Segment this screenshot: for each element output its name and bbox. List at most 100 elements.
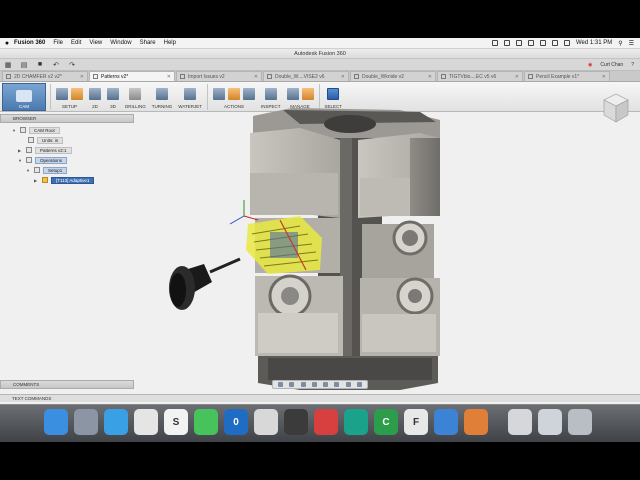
tombstone-fixture-model[interactable] <box>250 108 440 390</box>
collapse-arrow-icon[interactable]: ▼ <box>18 158 23 163</box>
toolbar-group-label[interactable]: WATERJET <box>178 104 202 109</box>
menu-view[interactable]: View <box>89 40 102 46</box>
bluetooth-icon[interactable] <box>527 40 534 46</box>
turning-tool-icon[interactable] <box>156 88 169 100</box>
tree-node-setup1[interactable]: ▼ Setup1 <box>26 166 68 174</box>
look-at-icon[interactable] <box>289 382 295 387</box>
dropbox-icon[interactable] <box>491 40 498 46</box>
toolbar-group-2d[interactable]: 2D <box>89 82 101 112</box>
display-settings-icon[interactable] <box>334 382 340 387</box>
toolbar-group-label[interactable]: 2D <box>92 104 98 109</box>
toolbar-group-label[interactable]: SETUP <box>62 104 77 109</box>
collapse-arrow-icon[interactable]: ▼ <box>26 168 31 173</box>
toolbar-group-label[interactable]: DRILLING <box>125 104 146 109</box>
battery-icon[interactable] <box>563 40 570 46</box>
select-tool-icon[interactable] <box>327 88 340 100</box>
menu-help[interactable]: Help <box>164 40 176 46</box>
menubar-clock[interactable]: Wed 1:31 PM <box>576 40 612 46</box>
viewcube[interactable] <box>598 90 632 126</box>
browser-header[interactable]: BROWSER <box>0 114 134 123</box>
scrivener-icon[interactable]: S <box>164 409 188 435</box>
toolbar-group-waterjet[interactable]: WATERJET <box>178 82 202 112</box>
close-icon[interactable]: ✕ <box>254 74 258 80</box>
close-icon[interactable]: ✕ <box>80 74 84 80</box>
tree-node-adaptive1[interactable]: ▶ [T113] Adaptive1 <box>34 176 95 184</box>
document-tab[interactable]: Patterns v2* ✕ <box>89 71 175 81</box>
mail-icon[interactable] <box>538 409 562 435</box>
actions-tool-icon[interactable] <box>228 88 241 100</box>
adaptive-toolpath-highlight[interactable] <box>246 216 322 274</box>
toolbar-group-label[interactable]: MANAGE <box>290 104 310 109</box>
toolbar-group-select[interactable]: SELECT <box>325 82 343 112</box>
toolbar-group-label[interactable]: INSPECT <box>261 104 281 109</box>
menu-app[interactable]: Fusion 360 <box>14 40 45 46</box>
toolbar-group-label[interactable]: TURNING <box>152 104 173 109</box>
document-tab[interactable]: 2D CHAMFER v2 v2* ✕ <box>2 71 88 81</box>
help-icon[interactable]: ? <box>631 62 634 68</box>
toolbar-group-label[interactable]: SELECT <box>325 104 343 109</box>
app-grid-icon[interactable]: ▦ <box>4 61 12 69</box>
toolbar-group-manage[interactable]: MANAGE <box>286 82 314 112</box>
menu-edit[interactable]: Edit <box>71 40 81 46</box>
undo-icon[interactable]: ↶ <box>52 61 60 69</box>
toolbar-group-label[interactable]: 3D <box>110 104 116 109</box>
notification-list-icon[interactable]: ☰ <box>629 40 634 47</box>
chrome-icon[interactable] <box>134 409 158 435</box>
fit-icon[interactable] <box>323 382 329 387</box>
orbit-icon[interactable] <box>278 382 284 387</box>
document-tab[interactable]: Double_W....VISE2 v6 ✕ <box>263 71 349 81</box>
toolbar-group-inspect[interactable]: INSPECT <box>261 82 281 112</box>
documents-folder-icon[interactable] <box>508 409 532 435</box>
redo-icon[interactable]: ↷ <box>68 61 76 69</box>
outlook-icon[interactable]: 0 <box>224 409 248 435</box>
safari-icon[interactable] <box>104 409 128 435</box>
close-icon[interactable]: ✕ <box>428 74 432 80</box>
toolbar-group-drilling[interactable]: DRILLING <box>125 82 146 112</box>
wifi-icon[interactable] <box>539 40 546 46</box>
close-icon[interactable]: ✕ <box>515 74 519 80</box>
actions-tool-icon[interactable] <box>213 88 226 100</box>
trash-icon[interactable] <box>568 409 592 435</box>
messages-icon[interactable] <box>194 409 218 435</box>
zoom-icon[interactable] <box>311 382 317 387</box>
keynote-icon[interactable] <box>434 409 458 435</box>
screen-icon[interactable] <box>503 40 510 46</box>
drilling-tool-icon[interactable] <box>129 88 142 100</box>
document-tab[interactable]: TIGTVblo....EC v5 v6 ✕ <box>437 71 523 81</box>
timemachine-icon[interactable] <box>515 40 522 46</box>
file-menu-icon[interactable]: ▤ <box>20 61 28 69</box>
evernote-icon[interactable] <box>284 409 308 435</box>
finder-icon[interactable] <box>44 409 68 435</box>
toolbar-group-setup[interactable]: SETUP <box>56 82 83 112</box>
menu-file[interactable]: File <box>53 40 63 46</box>
2d-tool-icon[interactable] <box>89 88 101 100</box>
tree-node-units[interactable]: Units: in <box>20 136 64 144</box>
flower-app-icon[interactable] <box>464 409 488 435</box>
tree-node-model[interactable]: ▶ Patterns v2:1 <box>18 146 72 154</box>
wunderlist-icon[interactable] <box>314 409 338 435</box>
collapse-arrow-icon[interactable]: ▼ <box>12 128 17 133</box>
inspect-tool-icon[interactable] <box>264 88 277 100</box>
document-tab[interactable]: Import Issues v2 ✕ <box>176 71 262 81</box>
manage-tool-icon[interactable] <box>286 88 299 100</box>
workspace-switcher[interactable]: CAM <box>2 83 46 111</box>
expand-arrow-icon[interactable]: ▶ <box>18 148 23 153</box>
status-icon[interactable]: ◉ <box>588 62 592 68</box>
pan-icon[interactable] <box>300 382 306 387</box>
menu-share[interactable]: Share <box>140 40 156 46</box>
bookmark-icon[interactable] <box>344 409 368 435</box>
manage-tool-icon[interactable] <box>301 88 314 100</box>
text-commands-panel[interactable]: TEXT COMMANDS <box>0 394 640 402</box>
setup-tool-icon[interactable] <box>71 88 83 100</box>
search-icon[interactable]: ⚲ <box>618 40 622 47</box>
toolbar-group-actions[interactable]: ACTIONS <box>213 82 256 112</box>
close-icon[interactable]: ✕ <box>341 74 345 80</box>
menu-window[interactable]: Window <box>110 40 131 46</box>
tree-node-cam-root[interactable]: ▼ CAM Root <box>12 126 60 134</box>
comments-panel[interactable]: COMMENTS <box>0 380 134 389</box>
close-icon[interactable]: ✕ <box>602 74 606 80</box>
preview-icon[interactable] <box>254 409 278 435</box>
viewports-icon[interactable] <box>356 382 362 387</box>
save-icon[interactable]: ■ <box>36 61 44 69</box>
document-tab[interactable]: Pencil Example v1* ✕ <box>524 71 610 81</box>
